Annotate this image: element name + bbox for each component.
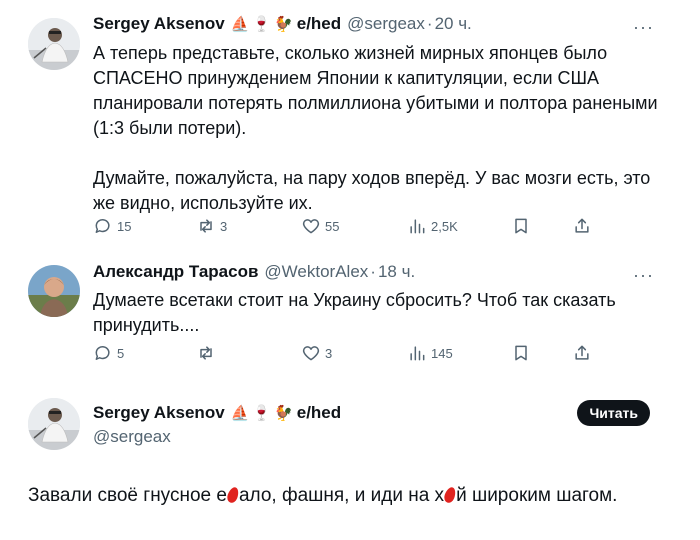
author-handle[interactable]: @sergeax — [93, 427, 171, 447]
heart-icon — [302, 346, 320, 361]
avatar[interactable] — [28, 398, 80, 450]
more-options-icon[interactable]: ··· — [633, 266, 654, 284]
repost-icon — [200, 346, 212, 360]
like-count: 3 — [325, 345, 333, 361]
text-part-3: й широким шагом. — [456, 485, 618, 506]
avatar[interactable] — [28, 18, 80, 70]
name-suffix: e/hed — [296, 14, 342, 33]
reply-count: 15 — [117, 218, 132, 234]
tweet-text: А теперь представьте, сколько жизней мир… — [93, 43, 658, 213]
reply-button[interactable]: 5 — [93, 343, 124, 363]
separator-dot: · — [426, 14, 433, 33]
views-icon — [410, 346, 425, 361]
main-tweet-header: Sergey Aksenov ⛵ 🍷 🐓 e/hed — [93, 403, 341, 423]
author-name[interactable]: Александр Тарасов — [93, 262, 258, 282]
like-button[interactable]: 3 — [301, 343, 332, 363]
text-part-1: Завали своё гнусное е — [28, 485, 227, 506]
wine-glass-emoji: 🍷 — [252, 405, 272, 422]
heart-icon — [302, 219, 320, 234]
share-icon — [575, 345, 589, 360]
timestamp[interactable]: 18 ч. — [378, 262, 415, 282]
like-count: 55 — [325, 218, 340, 234]
avatar-image — [28, 398, 80, 450]
bookmark-icon — [515, 345, 527, 361]
timestamp[interactable]: 20 ч. — [435, 14, 472, 34]
bookmark-button[interactable] — [511, 216, 531, 236]
author-handle[interactable]: @WektorAlex — [264, 262, 368, 282]
rooster-emoji: 🐓 — [274, 16, 293, 33]
avatar-image — [28, 18, 80, 70]
separator-dot: · — [370, 262, 376, 281]
action-bar: 15 3 55 2,5K — [93, 216, 613, 238]
name-suffix: e/hed — [296, 403, 342, 422]
name-badges: ⛵ 🍷 🐓 — [231, 404, 296, 422]
reply-icon — [95, 219, 110, 233]
avatar-image — [28, 265, 80, 317]
tweet-sergey-1[interactable]: Sergey Aksenov ⛵ 🍷 🐓 e/hed @sergeax · 20… — [0, 0, 700, 250]
repost-button[interactable] — [196, 343, 220, 363]
view-count: 145 — [431, 345, 453, 361]
tweet-text: Думаете всетаки стоит на Украину сбросит… — [93, 290, 621, 335]
sailboat-emoji: ⛵ — [230, 405, 250, 422]
rooster-emoji: 🐓 — [274, 405, 293, 422]
tweet-tarasov[interactable]: Александр Тарасов @WektorAlex · 18 ч. ··… — [0, 255, 700, 375]
bookmark-icon — [515, 218, 527, 234]
reply-count: 5 — [117, 345, 125, 361]
share-button[interactable] — [572, 216, 592, 236]
reply-button[interactable]: 15 — [93, 216, 131, 236]
repost-icon — [200, 219, 212, 233]
avatar[interactable] — [28, 265, 80, 317]
tweet-header: Александр Тарасов @WektorAlex · 18 ч. — [93, 262, 415, 282]
like-button[interactable]: 55 — [301, 216, 339, 236]
views-button[interactable]: 145 — [407, 343, 453, 363]
bookmark-button[interactable] — [511, 343, 531, 363]
author-handle[interactable]: @sergeax — [347, 14, 425, 34]
reply-icon — [95, 346, 110, 360]
share-button[interactable] — [572, 343, 592, 363]
author-name[interactable]: Sergey Aksenov — [93, 14, 225, 34]
author-name[interactable]: Sergey Aksenov — [93, 403, 225, 423]
view-count: 2,5K — [431, 218, 458, 234]
tweet-header: Sergey Aksenov ⛵ 🍷 🐓 e/hed @sergeax · 20… — [93, 14, 472, 34]
name-badges: ⛵ 🍷 🐓 — [231, 15, 296, 33]
views-icon — [410, 219, 425, 234]
text-part-2: ало, фашня, и иди на х — [238, 485, 445, 506]
follow-button[interactable]: Читать — [577, 400, 650, 426]
share-icon — [575, 218, 589, 233]
wine-glass-emoji: 🍷 — [252, 16, 272, 33]
repost-button[interactable]: 3 — [196, 216, 227, 236]
repost-count: 3 — [220, 218, 228, 234]
main-tweet-handle-row: @sergeax — [93, 427, 171, 447]
action-bar: 5 3 145 — [93, 343, 613, 365]
more-options-icon[interactable]: ··· — [633, 18, 654, 36]
views-button[interactable]: 2,5K — [407, 216, 458, 236]
main-tweet-text: Завали своё гнусное е ало, фашня, и иди н… — [28, 483, 617, 509]
sailboat-emoji: ⛵ — [230, 16, 250, 33]
